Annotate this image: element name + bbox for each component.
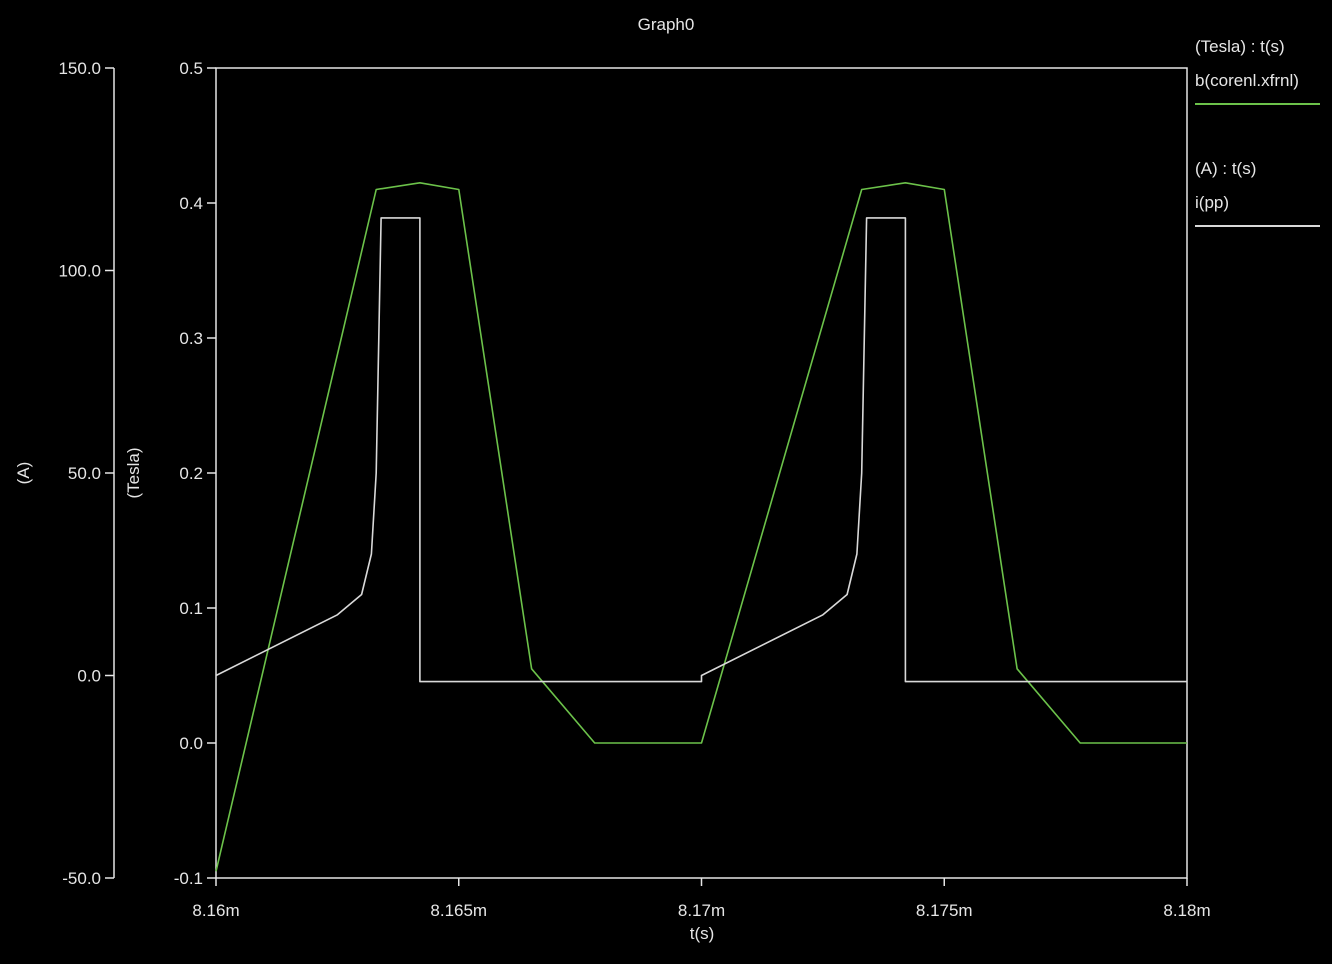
x-tick-label: 8.16m	[192, 901, 239, 920]
tesla-tick-label: -0.1	[174, 869, 203, 888]
legend-header-0: (Tesla) : t(s)	[1195, 37, 1285, 56]
tesla-tick-label: 0.0	[179, 734, 203, 753]
amps-tick-label: -50.0	[62, 869, 101, 888]
amps-axis-label: (A)	[14, 462, 33, 485]
legend-name-0: b(corenl.xfrnl)	[1195, 71, 1299, 90]
amps-tick-label: 50.0	[68, 464, 101, 483]
ticks: 8.16m 8.165m 8.17m 8.175m 8.18m 0.5 0.4 0.3 0.2 0…	[58, 59, 1210, 920]
series-line-1	[215, 217, 1187, 683]
amps-tick-label: 0.0	[77, 667, 101, 686]
tesla-axis-label: (Tesla)	[124, 447, 143, 498]
x-tick-label: 8.18m	[1163, 901, 1210, 920]
legend-name-1: i(pp)	[1195, 193, 1229, 212]
tesla-tick-label: 0.4	[179, 194, 203, 213]
series-layer	[215, 182, 1187, 872]
x-tick-label: 8.17m	[678, 901, 725, 920]
amps-tick-label: 100.0	[58, 262, 101, 281]
legend: (Tesla) : t(s) b(corenl.xfrnl) (A) : t(s…	[1195, 37, 1320, 227]
tesla-tick-label: 0.1	[179, 599, 203, 618]
tesla-tick-label: 0.2	[179, 464, 203, 483]
legend-header-1: (A) : t(s)	[1195, 159, 1256, 178]
chart-title: Graph0	[638, 15, 695, 34]
series-line-0	[215, 182, 1187, 872]
tesla-tick-label: 0.5	[179, 59, 203, 78]
tesla-tick-label: 0.3	[179, 329, 203, 348]
x-axis-label: t(s)	[690, 924, 715, 943]
x-tick-label: 8.175m	[916, 901, 973, 920]
x-tick-label: 8.165m	[430, 901, 487, 920]
plot-frame	[215, 67, 1188, 879]
amps-tick-label: 150.0	[58, 59, 101, 78]
chart: Graph0 (A) (Tesla) t(s) 8.16m 8.165m 8.17m…	[14, 15, 1320, 943]
